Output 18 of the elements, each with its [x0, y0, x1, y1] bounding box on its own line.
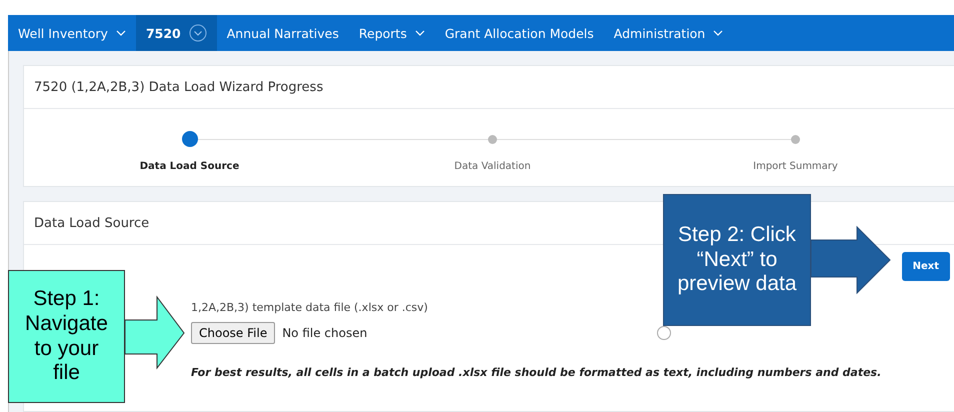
- nav-item[interactable]: Annual Narratives: [226, 26, 339, 40]
- nav-item[interactable]: Well Inventory: [18, 26, 108, 40]
- nav-item[interactable]: Reports: [358, 26, 407, 40]
- field-label: 1,2A,2B,3) template data file (.xlsx or .csv): [191, 301, 429, 314]
- chevron-down-icon[interactable]: [188, 24, 207, 42]
- step-label: Data Load Source: [140, 161, 240, 172]
- step-label: Import Summary: [753, 161, 838, 172]
- nav-item[interactable]: Grant Allocation Models: [444, 26, 594, 40]
- callout-box: Step 2: Click “Next” to preview data: [663, 194, 811, 326]
- note-text: For best results, all cells in a batch upload .xlsx file should be formatted as text, including numbers and dates.: [191, 366, 882, 379]
- file-status: No file chosen: [282, 326, 368, 340]
- next-button[interactable]: Next: [902, 252, 950, 281]
- card-title: 7520 (1,2A,2B,3) Data Load Wizard Progress: [24, 66, 954, 109]
- step-label: Data Validation: [454, 161, 531, 172]
- callout-box: Step 1: Navigate to your file: [8, 270, 125, 403]
- nav-item[interactable]: Administration: [614, 26, 706, 40]
- choose-file-button[interactable]: Choose File: [191, 322, 276, 344]
- nav-item[interactable]: 7520: [146, 26, 181, 40]
